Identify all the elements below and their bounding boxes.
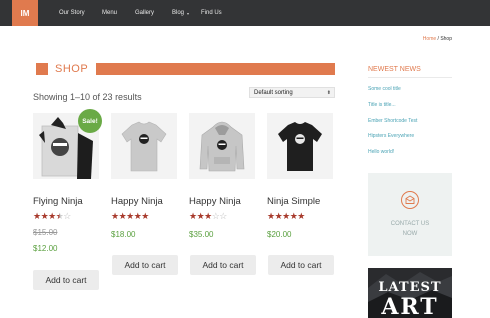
latest-art-banner[interactable]: LATEST ART — [368, 268, 452, 318]
product-title[interactable]: Ninja Simple — [267, 196, 320, 207]
breadcrumb: Home / Shop — [423, 36, 452, 42]
star-rating: ★★★★★ — [111, 211, 149, 222]
sidebar-news-link[interactable]: Title is title... — [368, 102, 396, 108]
star-rating: ★★★★★ — [267, 211, 305, 222]
chevron-down-icon: ▾ — [187, 10, 190, 16]
product-price: $20.00 — [267, 230, 292, 239]
sale-badge: Sale! — [78, 109, 102, 133]
envelope-glyph — [405, 195, 415, 204]
product-price: $12.00 — [33, 244, 58, 253]
add-to-cart-button[interactable]: Add to cart — [112, 255, 178, 275]
shop-title-square — [36, 63, 48, 75]
nav-label: Our Story — [59, 10, 85, 16]
product-price: $18.00 — [111, 230, 136, 239]
nav-label: Gallery — [135, 10, 155, 16]
page-title: SHOP — [55, 63, 89, 75]
nav-item-our-story[interactable]: Our Story — [59, 0, 85, 26]
art-heading: LATEST — [378, 280, 442, 295]
add-to-cart-button[interactable]: Add to cart — [33, 270, 99, 290]
star-rating: ★★★☆☆ — [189, 211, 227, 222]
mail-icon — [401, 191, 419, 209]
product-title[interactable]: Flying Ninja — [33, 196, 83, 207]
product-image[interactable] — [267, 113, 333, 179]
add-to-cart-button[interactable]: Add to cart — [190, 255, 256, 275]
contact-line: NOW — [402, 231, 418, 237]
star-icon: ★★★★★ — [111, 211, 149, 221]
star-rating: ★★★★☆ — [33, 211, 71, 222]
sort-label: Default sorting — [254, 89, 293, 96]
contact-line: CONTACT US — [390, 221, 430, 227]
product-title[interactable]: Happy Ninja — [189, 196, 241, 207]
sidebar-news-link[interactable]: Some cool title — [368, 86, 401, 92]
nav-label: Menu — [102, 10, 118, 16]
sort-select[interactable]: Default sorting ⬍ — [249, 87, 335, 98]
sidebar-heading: NEWEST NEWS — [368, 66, 421, 73]
star-icon: ★★★ — [189, 211, 212, 221]
button-label: Add to cart — [45, 275, 87, 285]
button-label: Add to cart — [202, 260, 244, 270]
shop-title-bar — [96, 63, 335, 75]
nav-item-blog[interactable]: Blog ▾ — [172, 0, 189, 26]
contact-text: CONTACT US NOW — [368, 219, 452, 239]
sidebar-news-link[interactable]: Hello world! — [368, 149, 394, 155]
tshirt-image-icon — [278, 122, 322, 171]
logo-text: IM — [20, 8, 30, 18]
tshirt-image-icon — [121, 121, 167, 172]
empty-star-icon: ☆☆ — [211, 211, 228, 221]
sidebar-news-link[interactable]: Hipsters Everywhere — [368, 133, 414, 139]
add-to-cart-button[interactable]: Add to cart — [268, 255, 334, 275]
product-title[interactable]: Happy Ninja — [111, 196, 163, 207]
nav-item-find-us[interactable]: Find Us — [201, 0, 222, 26]
old-price: $15.00 — [33, 228, 58, 237]
button-label: Add to cart — [124, 260, 166, 270]
breadcrumb-current: Shop — [440, 36, 452, 42]
select-arrows-icon: ⬍ — [326, 90, 331, 96]
empty-star-icon: ☆ — [63, 211, 71, 221]
star-icon: ★★★★★ — [267, 211, 305, 221]
site-logo[interactable]: IM — [12, 0, 38, 26]
product-image[interactable] — [111, 113, 177, 179]
nav-label: Blog — [172, 10, 185, 16]
result-count: Showing 1–10 of 23 results — [33, 92, 142, 102]
breadcrumb-home-link[interactable]: Home — [423, 36, 436, 42]
product-image[interactable] — [189, 113, 255, 179]
star-icon: ★★★ — [33, 211, 56, 221]
nav-item-menu[interactable]: Menu — [102, 0, 117, 26]
divider — [368, 77, 452, 78]
nav-item-gallery[interactable]: Gallery — [135, 0, 154, 26]
sidebar-news-link[interactable]: Ember Shortcode Test — [368, 118, 417, 124]
art-heading: ART — [381, 294, 439, 318]
button-label: Add to cart — [280, 260, 322, 270]
contact-us-widget[interactable]: CONTACT US NOW — [368, 173, 452, 256]
hoodie-image-icon — [199, 121, 245, 172]
product-price: $35.00 — [189, 230, 214, 239]
nav-label: Find Us — [201, 10, 222, 16]
